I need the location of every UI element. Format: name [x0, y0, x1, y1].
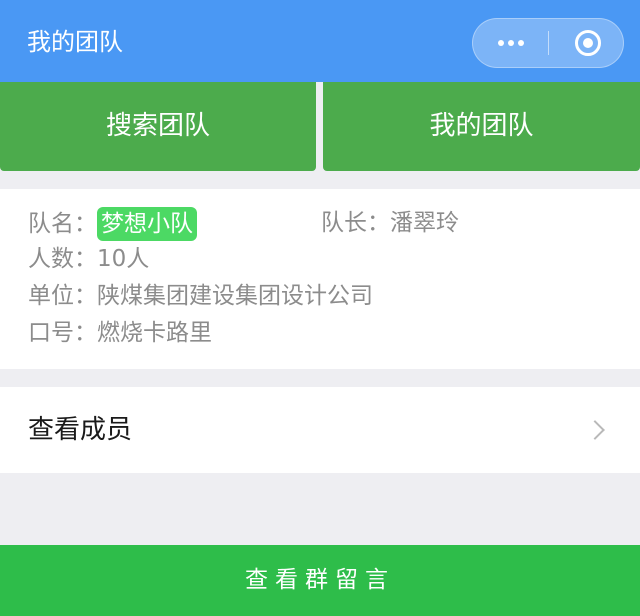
slogan-label: 口号：	[28, 320, 97, 346]
slogan-value: 燃烧卡路里	[97, 320, 212, 346]
member-count-value: 10人	[97, 246, 150, 272]
slogan-row: 口号：燃烧卡路里	[28, 317, 212, 349]
team-name-badge: 梦想小队	[97, 207, 197, 241]
more-dots-icon	[508, 40, 514, 46]
team-leader-value: 潘翠玲	[390, 210, 459, 236]
chevron-right-icon	[585, 420, 605, 440]
team-leader-label: 队长：	[321, 210, 390, 236]
mini-program-capsule	[472, 18, 624, 68]
more-button[interactable]	[473, 19, 548, 67]
unit-row: 单位：陕煤集团建设集团设计公司	[28, 280, 373, 312]
page-title: 我的团队	[27, 28, 123, 56]
search-team-button[interactable]: 搜索团队	[0, 82, 316, 171]
team-info-card: 队名： 梦想小队 队长：潘翠玲 人数：10人 单位：陕煤集团建设集团设计公司 口号…	[0, 189, 640, 369]
view-members-item[interactable]: 查看成员	[0, 387, 640, 473]
nav-bar: 我的团队	[0, 0, 640, 82]
unit-value: 陕煤集团建设集团设计公司	[97, 283, 373, 309]
target-close-icon-core	[583, 38, 593, 48]
team-name-row: 队名： 梦想小队	[28, 207, 197, 241]
member-count-row: 人数：10人	[28, 243, 149, 275]
view-members-label: 查看成员	[28, 415, 133, 445]
close-button[interactable]	[549, 19, 624, 67]
view-group-messages-button[interactable]: 查看群留言	[0, 545, 640, 616]
unit-label: 单位：	[28, 283, 97, 309]
team-name-label: 队名：	[28, 211, 97, 237]
team-leader-row: 队长：潘翠玲	[321, 207, 459, 239]
more-dots-icon	[518, 40, 524, 46]
more-dots-icon	[498, 40, 504, 46]
my-team-button[interactable]: 我的团队	[323, 82, 640, 171]
member-count-label: 人数：	[28, 246, 97, 272]
